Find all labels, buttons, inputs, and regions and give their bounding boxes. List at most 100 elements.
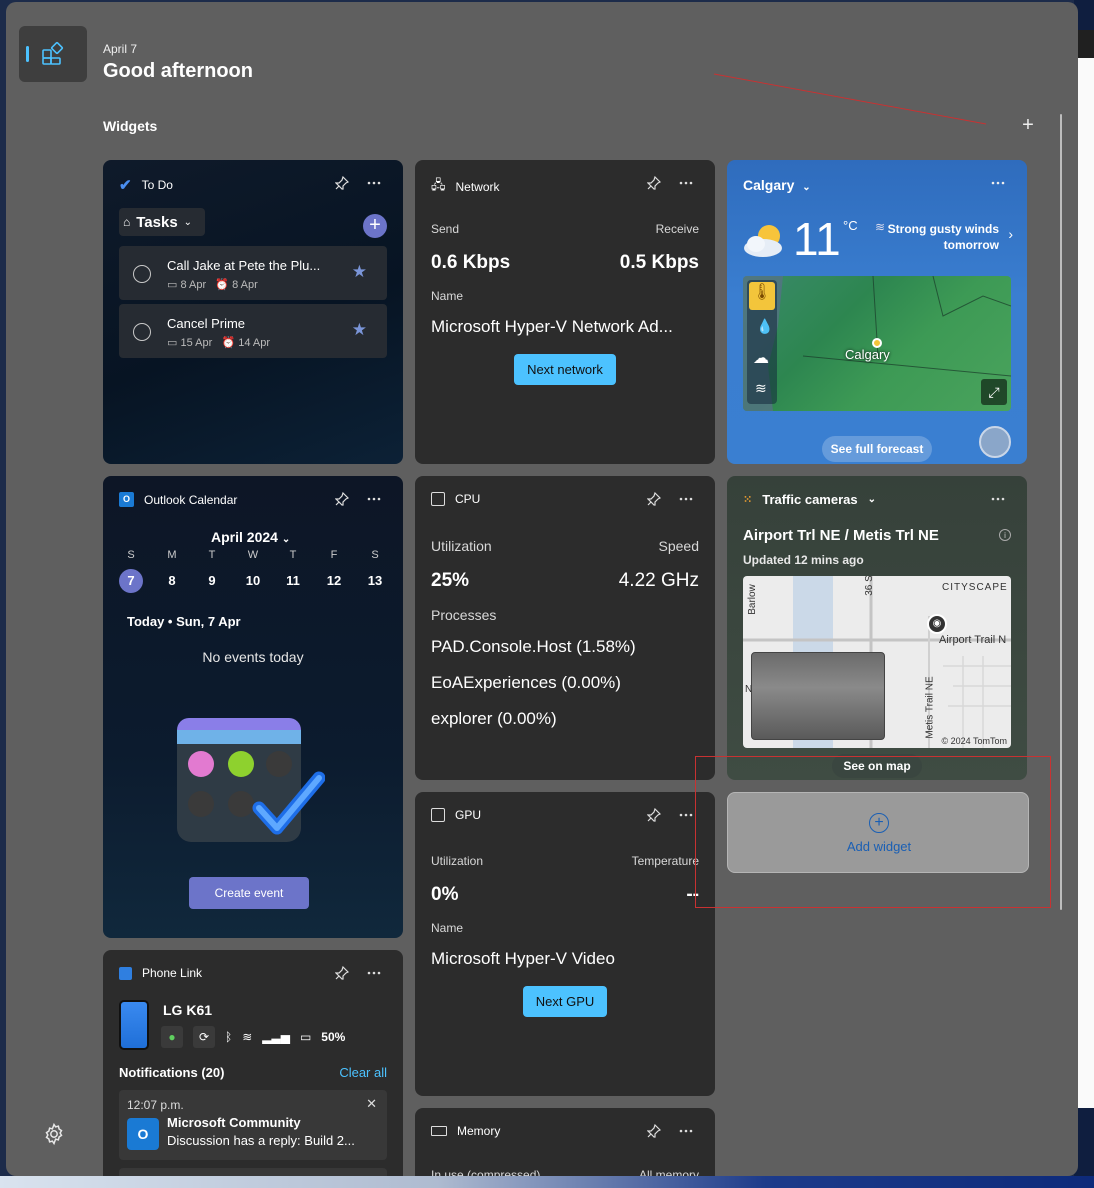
sync-icon[interactable]: ⟳ [193,1026,215,1048]
network-widget: 🖧 Network Send Receive 0.6 Kbps 0.5 Kbps… [415,160,715,464]
star-icon[interactable]: ★ [352,320,367,340]
star-icon[interactable]: ★ [352,262,367,282]
memory-header: Memory [431,1124,500,1138]
pin-icon[interactable] [647,176,661,190]
network-name: Microsoft Hyper-V Network Ad... [431,317,673,336]
task-complete-checkbox[interactable] [133,265,151,283]
name-label: Name [431,289,464,303]
phone-link-icon [119,966,132,980]
notification-text: Discussion has a reply: Build 2... [167,1133,355,1148]
add-task-button[interactable]: + [363,214,387,238]
weather-condition: Strong gusty winds [887,222,999,236]
more-options-icon[interactable] [679,176,693,190]
more-options-icon[interactable] [367,492,381,506]
weekday-label: W [247,549,259,561]
map-label-barlow: Barlow [746,584,758,615]
gpu-util-label: Utilization [431,854,484,868]
gpu-widget: GPU Utilization Temperature 0% -- Name M… [415,792,715,1096]
signal-icon: ▂▃▅ [262,1030,290,1044]
header-date: April 7 [103,42,138,56]
more-options-icon[interactable] [679,492,693,506]
info-icon[interactable]: i [999,529,1011,541]
create-event-button[interactable]: Create event [189,877,309,909]
pin-icon[interactable] [647,1124,661,1138]
cpu-util-label: Utilization [431,538,492,554]
battery-icon: ▭ [299,1030,312,1044]
precipitation-icon[interactable]: 💧 [756,318,773,335]
more-options-icon[interactable] [367,176,381,190]
gpu-temp-label: Temperature [631,854,699,868]
close-icon[interactable]: ✕ [366,1096,377,1112]
pin-icon[interactable] [335,966,349,980]
calendar-day-today[interactable]: 7 [119,569,143,593]
widgets-board: April 7 Good afternoon Widgets + ✔ To Do… [6,2,1078,1176]
cloud-icon[interactable]: ☁ [753,348,769,368]
clear-all-link[interactable]: Clear all [339,1065,387,1080]
camera-marker-icon[interactable]: ◉ [927,614,947,634]
more-options-icon[interactable] [679,808,693,822]
camera-thumbnail[interactable] [751,652,885,740]
alarm-icon: ⏰ [221,337,236,349]
notification-card[interactable]: 12:07 p.m. ✕ O Microsoft Community Discu… [119,1090,387,1160]
more-options-icon[interactable] [367,966,381,980]
map-city-label: Calgary [845,347,890,362]
expand-icon[interactable]: ⤢ [981,379,1007,405]
weather-avatar[interactable] [979,426,1011,458]
more-options-icon[interactable] [679,1124,693,1138]
chevron-down-icon: ⌄ [183,216,193,228]
map-copyright: © 2024 TomTom [941,736,1008,746]
calendar-day[interactable]: 9 [200,569,224,593]
widgets-home-button[interactable] [19,26,87,82]
add-widget-plus-button[interactable]: + [1017,114,1039,136]
network-actions [647,176,693,190]
traffic-header[interactable]: ⁙ Traffic cameras ⌄ [743,492,876,507]
see-full-forecast-button[interactable]: See full forecast [822,436,932,462]
task-list-selector[interactable]: ⌂ Tasks ⌄ [119,208,205,236]
outlook-app-icon: O [127,1118,159,1150]
task-list-name: Tasks [136,213,178,231]
calendar-day[interactable]: 10 [241,569,265,593]
calendar-day[interactable]: 12 [322,569,346,593]
chevron-right-icon[interactable]: › [1008,226,1013,242]
task-complete-checkbox[interactable] [133,323,151,341]
gpu-util-value: 0% [431,884,459,905]
pin-icon[interactable] [647,492,661,506]
wind-layer-icon[interactable]: ≋ [755,380,767,397]
cpu-header: CPU [431,492,480,506]
weather-map[interactable]: 🌡 💧 ☁ ≋ Calgary ⤢ [743,276,1011,411]
alarm-icon: ⏰ [215,279,230,291]
weather-location-selector[interactable]: Calgary ⌄ [743,177,811,193]
settings-gear-icon[interactable] [42,1122,66,1146]
scrollbar[interactable] [1060,114,1062,910]
weekday-label: T [289,549,297,561]
task-item[interactable]: Call Jake at Pete the Plu... ▭ 8 Apr ⏰ 8… [119,246,387,300]
task-item[interactable]: Cancel Prime ▭ 15 Apr ⏰ 14 Apr ★ [119,304,387,358]
next-network-button[interactable]: Next network [514,354,616,385]
calendar-day[interactable]: 13 [363,569,387,593]
calendar-day[interactable]: 11 [281,569,305,593]
traffic-map[interactable]: Barlow 36 S CITYSCAPE ◉ Airport Trail N … [743,576,1011,748]
device-name: LG K61 [163,1002,213,1018]
calendar-day[interactable]: 8 [160,569,184,593]
weather-actions [991,176,1005,190]
wind-icon: ≋ [875,220,886,234]
receive-value: 0.5 Kbps [619,252,699,273]
phone-link-header: Phone Link [119,966,202,980]
next-gpu-button[interactable]: Next GPU [523,986,607,1017]
pin-icon[interactable] [335,176,349,190]
processes-label: Processes [431,607,497,623]
memory-widget: Memory In use (compressed) All memory [415,1108,715,1176]
connected-icon[interactable]: ● [161,1026,183,1048]
annotation-box [695,756,1051,908]
more-options-icon[interactable] [991,176,1005,190]
traffic-widget: ⁙ Traffic cameras ⌄ Airport Trl NE / Met… [727,476,1027,780]
pin-icon[interactable] [647,808,661,822]
task-reminder-date: 14 Apr [238,337,271,349]
pin-icon[interactable] [335,492,349,506]
cpu-actions [647,492,693,506]
notification-card-next[interactable] [119,1168,387,1176]
memory-in-use-label: In use (compressed) [431,1168,541,1176]
month-selector[interactable]: April 2024 ⌄ [211,529,290,545]
temperature-layer-button[interactable]: 🌡 [749,282,775,310]
more-options-icon[interactable] [991,492,1005,506]
